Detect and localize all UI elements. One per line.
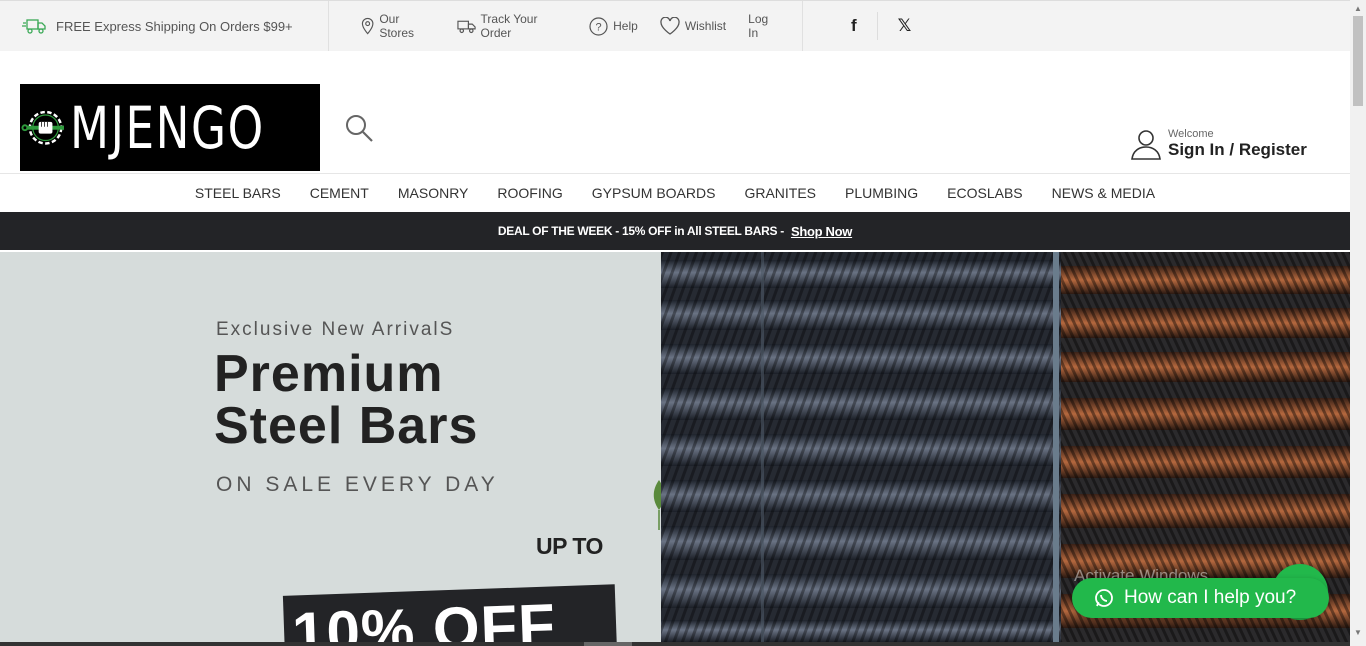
main-nav: STEEL BARS CEMENT MASONRY ROOFING GYPSUM…	[0, 173, 1350, 212]
wishlist-label: Wishlist	[684, 19, 727, 33]
vertical-scrollbar[interactable]: ▲ ▼	[1350, 0, 1366, 646]
wishlist-link[interactable]: Wishlist	[660, 17, 726, 35]
x-twitter-icon[interactable]: 𝕏	[898, 16, 912, 36]
deal-text: - 15% OFF in All STEEL BARS -	[612, 224, 787, 238]
top-links: Our Stores Track Your Order ? Help Wishl…	[329, 1, 803, 51]
deal-label: DEAL OF THE WEEK	[497, 224, 613, 238]
shipping-notice: FREE Express Shipping On Orders $99+	[0, 1, 329, 51]
account-text: Welcome Sign In / Register	[1168, 128, 1307, 160]
nav-item-ecoslabs[interactable]: ECOSLABS	[947, 185, 1022, 201]
hero-subtitle: ON SALE EVERY DAY	[216, 473, 499, 496]
search-icon[interactable]	[345, 114, 373, 142]
svg-text:?: ?	[596, 21, 602, 33]
nav-item-news-media[interactable]: NEWS & MEDIA	[1052, 185, 1155, 201]
whatsapp-label: How can I help you?	[1124, 587, 1297, 608]
logo-text: MJENGO	[70, 93, 266, 162]
login-label: Log In	[748, 12, 769, 40]
social-links: f 𝕏	[803, 1, 911, 51]
nav-item-granites[interactable]: GRANITES	[744, 185, 816, 201]
track-order-label: Track Your Order	[480, 12, 538, 40]
deal-banner: DEAL OF THE WEEK - 15% OFF in All STEEL …	[0, 212, 1350, 250]
hero-title: Premium Steel Bars	[214, 348, 478, 452]
scroll-up-icon[interactable]: ▲	[1354, 4, 1362, 13]
top-bar: FREE Express Shipping On Orders $99+ Our…	[0, 0, 1350, 51]
login-link[interactable]: Log In	[748, 12, 780, 40]
account-link[interactable]: Welcome Sign In / Register	[1130, 128, 1307, 160]
social-divider	[876, 12, 878, 40]
track-order-link[interactable]: Track Your Order	[456, 12, 568, 40]
welcome-label: Welcome	[1168, 128, 1214, 140]
horizontal-scrollbar[interactable]	[0, 642, 1350, 646]
hero-offer-box: 10% OFF	[282, 584, 618, 642]
scroll-down-icon[interactable]: ▼	[1354, 628, 1362, 637]
shipping-text: FREE Express Shipping On Orders $99+	[56, 18, 293, 34]
hero-title-line2: Steel Bars	[214, 397, 479, 455]
nav-item-gypsum-boards[interactable]: GYPSUM BOARDS	[592, 185, 716, 201]
gear-wrench-logo-icon	[21, 110, 65, 145]
hero-offer-text: 10% OFF	[291, 591, 557, 642]
nav-item-masonry[interactable]: MASONRY	[398, 185, 469, 201]
delivery-truck-icon	[22, 19, 46, 34]
hero-text-panel: Exclusive New ArrivalS Premium Steel Bar…	[0, 252, 665, 642]
hero-title-line1: Premium	[214, 345, 444, 403]
whatsapp-chat-button[interactable]: How can I help you?	[1072, 578, 1329, 618]
nav-item-steel-bars[interactable]: STEEL BARS	[195, 185, 281, 201]
facebook-icon[interactable]: f	[851, 16, 857, 36]
help-label: Help	[613, 19, 638, 33]
help-circle-icon: ?	[589, 16, 608, 36]
hero-upto: UP TO	[536, 533, 603, 559]
truck-icon	[456, 20, 476, 33]
shop-now-link[interactable]: Shop Now	[791, 224, 852, 239]
nav-item-roofing[interactable]: ROOFING	[497, 185, 562, 201]
help-link[interactable]: ? Help	[589, 16, 638, 36]
nav-item-cement[interactable]: CEMENT	[310, 185, 369, 201]
our-stores-label: Our Stores	[379, 12, 414, 40]
map-pin-icon	[361, 17, 374, 35]
horizontal-scroll-thumb[interactable]	[584, 642, 632, 646]
user-icon	[1131, 130, 1161, 160]
hero-pretitle: Exclusive New ArrivalS	[216, 319, 455, 340]
sign-in-register-label: Sign In / Register	[1168, 140, 1307, 159]
nav-item-plumbing[interactable]: PLUMBING	[845, 185, 918, 201]
whatsapp-icon	[1095, 589, 1113, 607]
vertical-scroll-thumb[interactable]	[1353, 16, 1363, 106]
heart-icon	[660, 17, 680, 35]
our-stores-link[interactable]: Our Stores	[361, 12, 435, 40]
site-logo[interactable]: MJENGO	[20, 84, 320, 171]
